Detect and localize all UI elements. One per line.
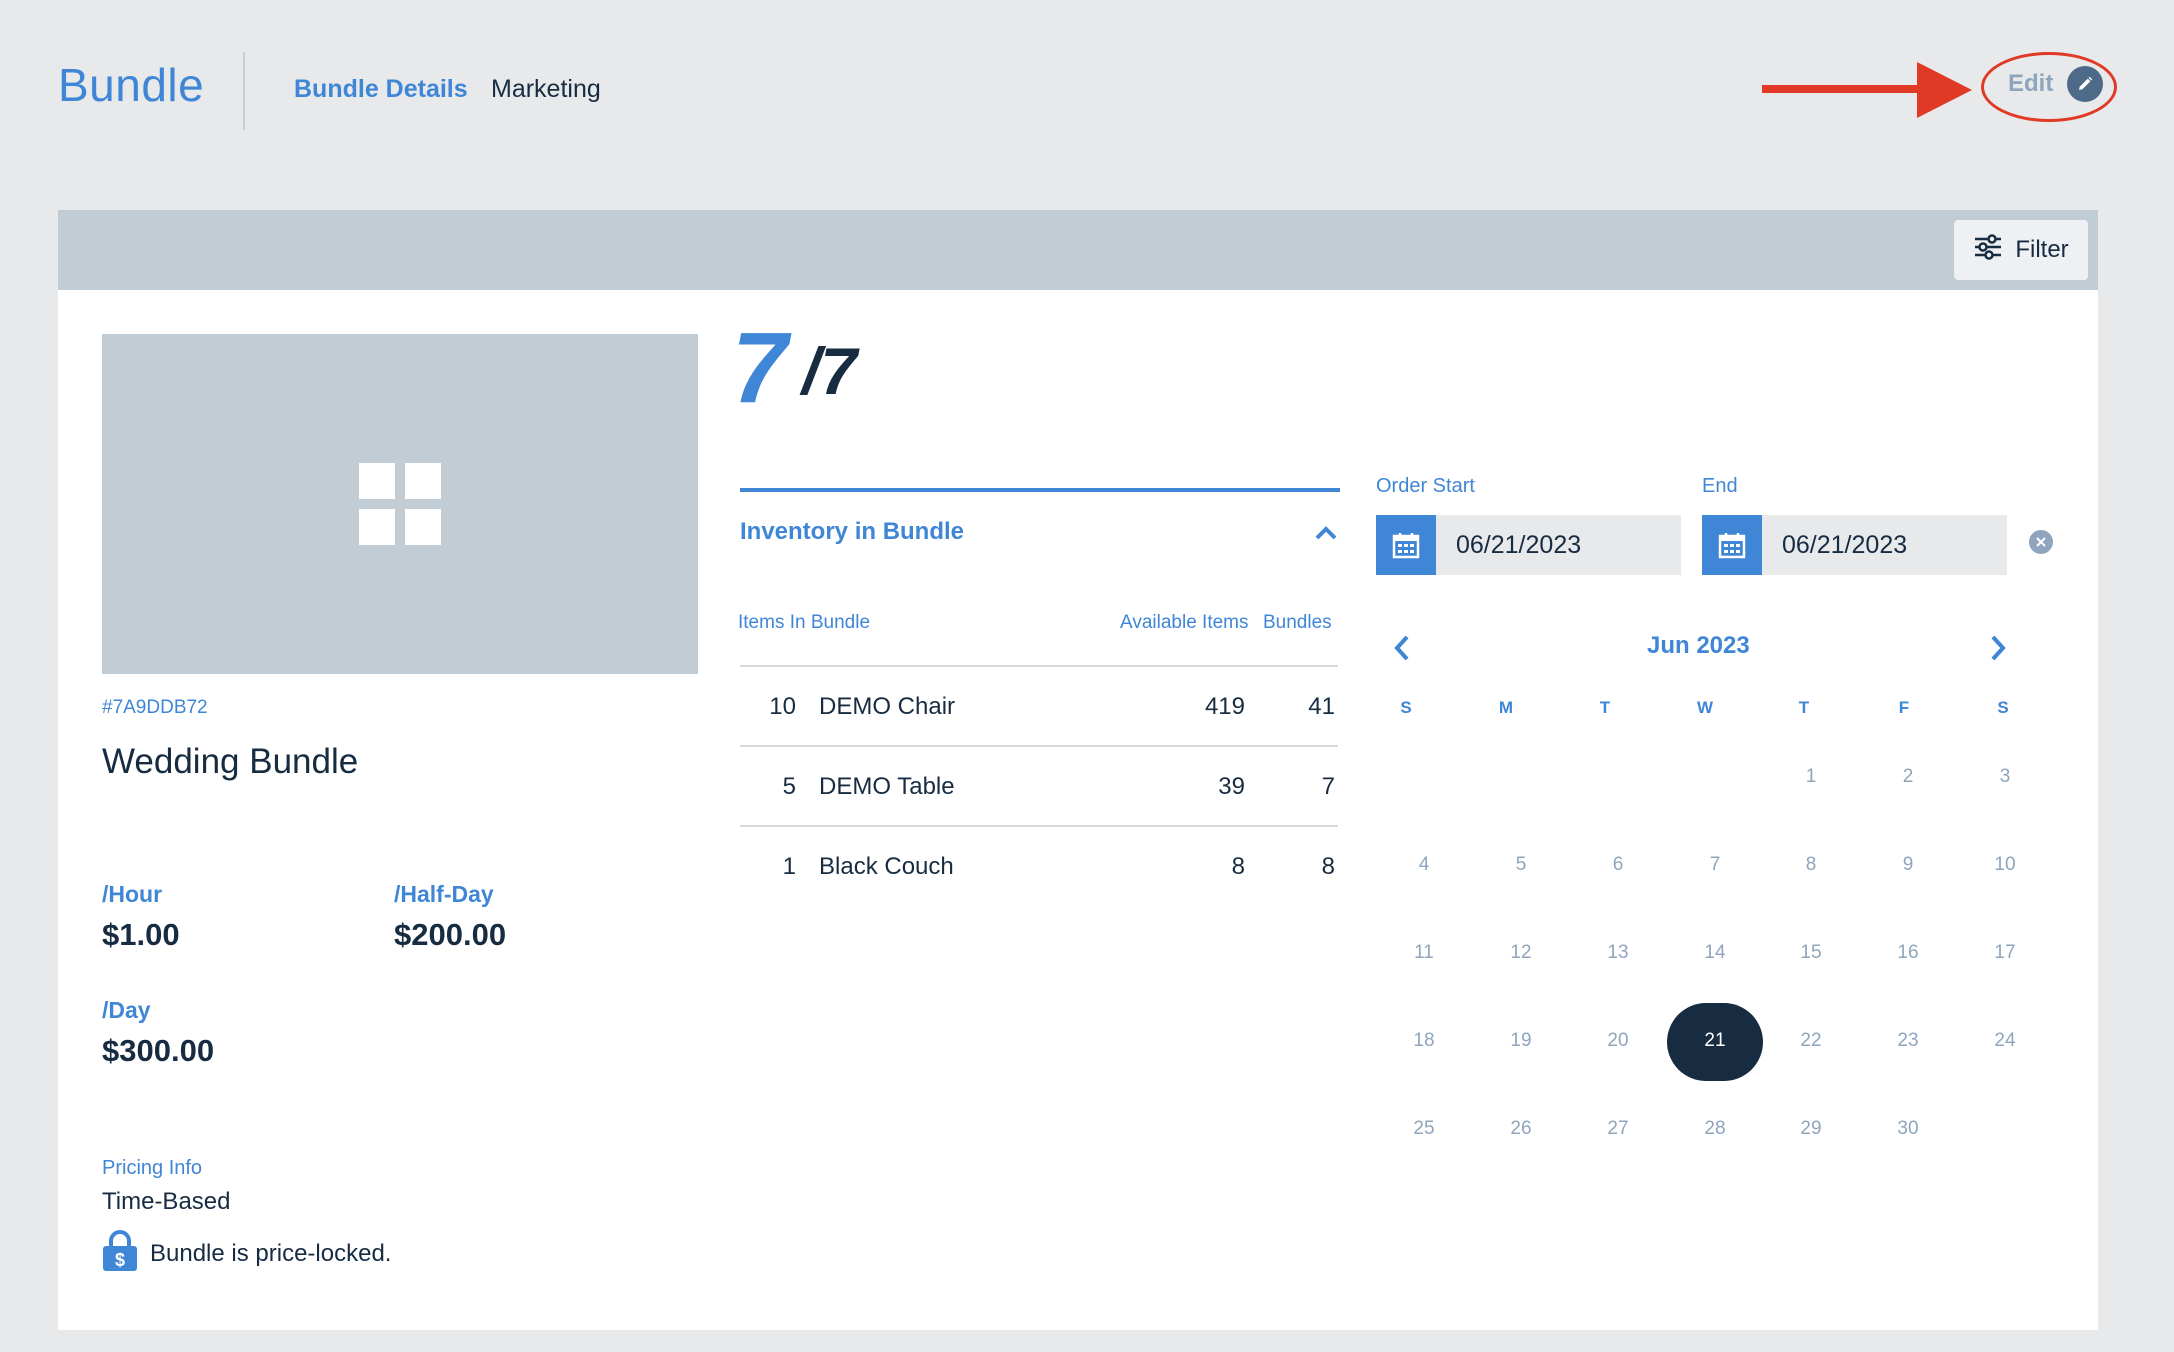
order-end-input[interactable]: 06/21/2023: [1702, 515, 2007, 575]
calendar-day[interactable]: 28: [1685, 1118, 1745, 1140]
calendar-day[interactable]: 25: [1394, 1118, 1454, 1140]
price-value-half-day: $200.00: [394, 917, 507, 952]
row-bundles: 8: [1321, 853, 1335, 880]
calendar-day[interactable]: 22: [1781, 1030, 1841, 1052]
pencil-icon: [2067, 66, 2104, 102]
price-label-half-day: /Half-Day: [394, 881, 494, 907]
calendar-icon: [1702, 515, 1762, 575]
row-name: DEMO Chair: [819, 693, 956, 720]
order-start-label: Order Start: [1376, 475, 1475, 497]
chevron-left-icon[interactable]: [1393, 634, 1411, 667]
calendar-day[interactable]: 19: [1491, 1030, 1551, 1052]
order-start-input[interactable]: 06/21/2023: [1376, 515, 1681, 575]
column-header-available: Available Items: [1120, 612, 1249, 633]
calendar-day[interactable]: 2: [1878, 766, 1938, 788]
order-start-value: 06/21/2023: [1456, 530, 1582, 559]
tab-bundle-details[interactable]: Bundle Details: [294, 75, 468, 104]
calendar-day[interactable]: 13: [1588, 942, 1648, 964]
calendar-day[interactable]: 12: [1491, 942, 1551, 964]
calendar-day[interactable]: 26: [1491, 1118, 1551, 1140]
calendar-day[interactable]: 7: [1685, 854, 1745, 876]
row-qty: 1: [782, 853, 796, 880]
total-count: /7: [802, 334, 858, 408]
price-lock-text: Bundle is price-locked.: [150, 1239, 392, 1267]
row-bundles: 7: [1321, 773, 1335, 800]
chevron-up-icon[interactable]: [1314, 525, 1338, 546]
page-title: Bundle: [58, 59, 205, 111]
calendar-month-label: Jun 2023: [1647, 632, 1750, 659]
clear-dates-icon[interactable]: [2029, 530, 2053, 554]
weekday-label: M: [1498, 698, 1514, 717]
tab-marketing[interactable]: Marketing: [491, 75, 601, 104]
calendar-day[interactable]: 14: [1685, 942, 1745, 964]
pricing-info-label: Pricing Info: [102, 1157, 203, 1179]
calendar-icon: [1376, 515, 1436, 575]
column-header-items: Items In Bundle: [738, 612, 871, 633]
calendar-day[interactable]: 5: [1491, 854, 1551, 876]
calendar-day[interactable]: 9: [1878, 854, 1938, 876]
calendar-day[interactable]: 4: [1394, 854, 1454, 876]
filter-label: Filter: [2015, 236, 2069, 263]
row-qty: 5: [782, 773, 796, 800]
weekday-label: T: [1599, 698, 1611, 717]
calendar-day[interactable]: 20: [1588, 1030, 1648, 1052]
available-count: 7: [732, 312, 788, 424]
calendar-day[interactable]: 8: [1781, 854, 1841, 876]
calendar-day[interactable]: 30: [1878, 1118, 1938, 1140]
bundle-name: Wedding Bundle: [102, 742, 359, 781]
row-bundles: 41: [1308, 693, 1335, 720]
row-name: Black Couch: [819, 853, 954, 880]
calendar-day[interactable]: 17: [1975, 942, 2035, 964]
calendar-day[interactable]: 24: [1975, 1030, 2035, 1052]
row-name: DEMO Table: [819, 773, 955, 800]
calendar-day[interactable]: 18: [1394, 1030, 1454, 1052]
lock-dollar-icon: $: [102, 1230, 138, 1277]
column-header-bundles: Bundles: [1263, 612, 1332, 633]
svg-text:$: $: [115, 1250, 125, 1270]
calendar-day[interactable]: 3: [1975, 766, 2035, 788]
table-row: 10 DEMO Chair 419 41: [740, 667, 1338, 747]
calendar-day[interactable]: 23: [1878, 1030, 1938, 1052]
weekday-label: F: [1898, 698, 1910, 717]
inventory-section-title[interactable]: Inventory in Bundle: [740, 518, 964, 546]
price-lock-notice: $ Bundle is price-locked.: [102, 1230, 391, 1277]
pricing-info-value: Time-Based: [102, 1188, 231, 1215]
calendar-day[interactable]: 10: [1975, 854, 2035, 876]
annotation-arrow: [1762, 62, 1972, 123]
card-toolbar: [58, 210, 2098, 290]
sliders-icon: [1973, 233, 2003, 267]
inventory-accent-line: [740, 488, 1340, 492]
price-label-hour: /Hour: [102, 881, 163, 907]
row-available: 39: [1218, 773, 1245, 800]
row-available: 8: [1231, 853, 1245, 880]
chevron-right-icon[interactable]: [1989, 634, 2007, 667]
weekday-label: S: [1400, 698, 1412, 717]
row-qty: 10: [769, 693, 796, 720]
order-end-value: 06/21/2023: [1782, 530, 1908, 559]
filter-button[interactable]: Filter: [1954, 220, 2088, 280]
calendar-day[interactable]: 15: [1781, 942, 1841, 964]
header-divider: [243, 52, 245, 130]
price-label-day: /Day: [102, 997, 151, 1023]
calendar-day[interactable]: 1: [1781, 766, 1841, 788]
edit-button[interactable]: Edit: [2008, 66, 2104, 102]
weekday-label: T: [1798, 698, 1810, 717]
order-end-label: End: [1702, 475, 1738, 497]
calendar-day[interactable]: 6: [1588, 854, 1648, 876]
calendar-day-selected[interactable]: 21: [1685, 1030, 1745, 1052]
row-available: 419: [1204, 693, 1245, 720]
grid-icon: [359, 463, 441, 545]
table-row: 1 Black Couch 8 8: [740, 827, 1338, 907]
calendar-day[interactable]: 27: [1588, 1118, 1648, 1140]
bundle-id: #7A9DDB72: [102, 697, 208, 718]
edit-button-label: Edit: [2008, 70, 2054, 97]
price-value-day: $300.00: [102, 1033, 215, 1068]
table-row: 5 DEMO Table 39 7: [740, 747, 1338, 827]
calendar-day[interactable]: 11: [1394, 942, 1454, 964]
weekday-label: W: [1696, 698, 1714, 717]
price-value-hour: $1.00: [102, 917, 180, 952]
weekday-label: S: [1997, 698, 2009, 717]
calendar-day[interactable]: 16: [1878, 942, 1938, 964]
calendar-day[interactable]: 29: [1781, 1118, 1841, 1140]
